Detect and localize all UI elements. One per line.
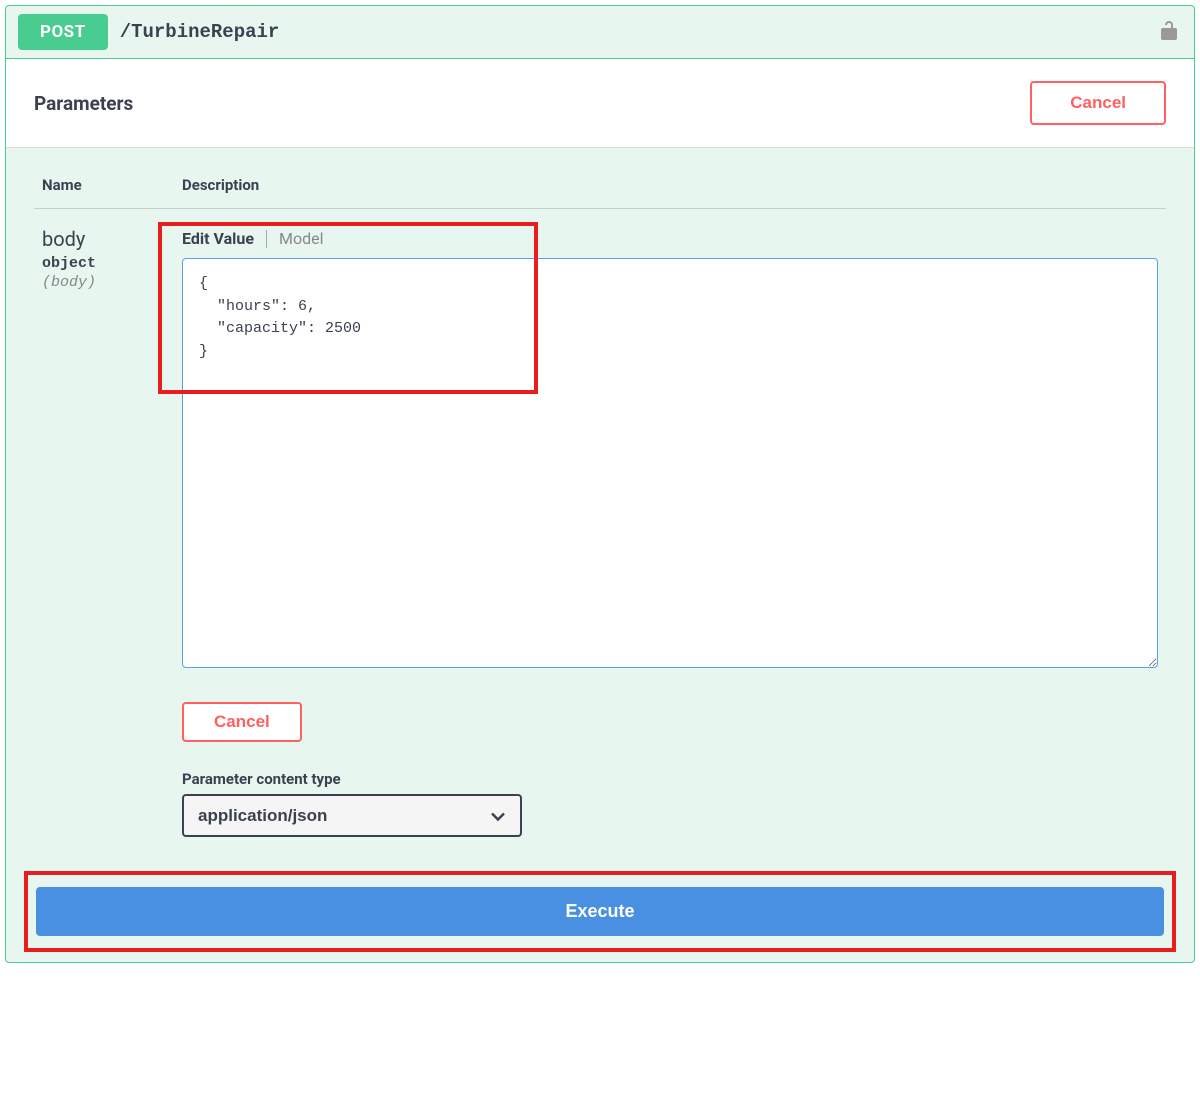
- execute-section: Execute: [6, 865, 1194, 962]
- parameter-row: body object (body) Edit Value Model Canc…: [34, 209, 1166, 837]
- value-mode-tabs: Edit Value Model: [182, 229, 1158, 248]
- column-header-description: Description: [182, 176, 1158, 194]
- parameter-description-column: Edit Value Model Cancel Parameter conten…: [182, 227, 1158, 837]
- cancel-body-button[interactable]: Cancel: [182, 702, 302, 742]
- parameters-table-header: Name Description: [34, 148, 1166, 209]
- api-operation-panel: POST /TurbineRepair Parameters Cancel Na…: [5, 5, 1195, 963]
- request-body-input[interactable]: [182, 258, 1158, 668]
- endpoint-path: /TurbineRepair: [120, 21, 1160, 43]
- cancel-button[interactable]: Cancel: [1030, 81, 1166, 125]
- parameter-location: (body): [42, 274, 182, 291]
- parameter-name: body: [42, 227, 182, 251]
- tab-edit-value[interactable]: Edit Value: [182, 229, 254, 248]
- content-type-section: Parameter content type application/json: [182, 770, 1158, 837]
- http-method-badge: POST: [18, 14, 108, 50]
- content-type-select-wrapper: application/json: [182, 794, 522, 837]
- parameter-type: object: [42, 255, 182, 272]
- column-header-name: Name: [42, 176, 182, 194]
- parameters-body: Name Description body object (body) Edit…: [6, 148, 1194, 865]
- tab-separator: [266, 230, 267, 248]
- parameters-title: Parameters: [34, 92, 133, 115]
- execute-button[interactable]: Execute: [36, 887, 1164, 936]
- content-type-select[interactable]: application/json: [182, 794, 522, 837]
- unlock-icon[interactable]: [1160, 20, 1182, 44]
- parameter-name-column: body object (body): [42, 227, 182, 837]
- operation-header[interactable]: POST /TurbineRepair: [6, 6, 1194, 59]
- parameters-header: Parameters Cancel: [6, 59, 1194, 148]
- tab-model[interactable]: Model: [279, 229, 324, 248]
- content-type-label: Parameter content type: [182, 770, 1158, 788]
